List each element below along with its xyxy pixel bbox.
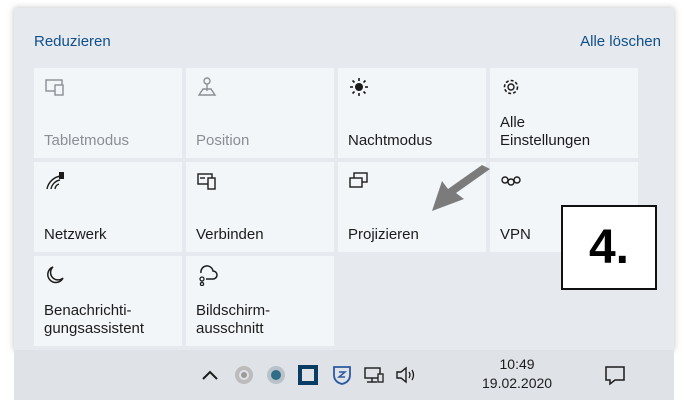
tile-snip[interactable]: Bildschirm- ausschnitt (186, 256, 334, 346)
tile-label: Bildschirm- ausschnitt (196, 302, 271, 337)
tile-location[interactable]: Position (186, 68, 334, 158)
tile-label: Position (196, 132, 250, 149)
tile-label: Nachtmodus (348, 132, 433, 149)
tile-label: Tabletmodus (44, 132, 130, 149)
project-icon (348, 170, 370, 192)
snip-icon (196, 264, 218, 286)
tile-connect[interactable]: Verbinden (186, 162, 334, 252)
focus-assist-icon (44, 264, 66, 286)
taskbar: 10:49 19.02.2020 (14, 350, 674, 400)
gear-icon (500, 76, 522, 98)
shield-icon[interactable] (330, 363, 354, 387)
app-icon-2[interactable] (264, 363, 288, 387)
tile-night-light[interactable]: Nachtmodus (338, 68, 486, 158)
night-light-icon (348, 76, 370, 98)
tile-label: Benachrichti- gungsassistent (44, 302, 145, 337)
action-center-panel: Reduzieren Alle löschen Tabletmodus Posi… (14, 8, 674, 350)
annotation-arrow (418, 163, 498, 223)
taskbar-clock[interactable]: 10:49 19.02.2020 (482, 355, 552, 393)
tile-all-settings[interactable]: Alle Einstellungen (490, 68, 638, 158)
tile-network[interactable]: Netzwerk (34, 162, 182, 252)
app-icon-3[interactable] (296, 363, 320, 387)
step-callout: 4. (561, 205, 657, 290)
chevron-up-icon[interactable] (198, 363, 222, 387)
tile-label: Netzwerk (44, 226, 107, 243)
screenshot-frame: Reduzieren Alle löschen Tabletmodus Posi… (0, 0, 688, 405)
tile-label: Projizieren (348, 226, 419, 243)
tile-tablet-mode[interactable]: Tabletmodus (34, 68, 182, 158)
location-icon (196, 76, 218, 98)
volume-icon[interactable] (394, 363, 418, 387)
notification-icon[interactable] (603, 363, 627, 387)
tile-label: Verbinden (196, 226, 264, 243)
clear-all-link[interactable]: Alle löschen (580, 33, 661, 50)
tile-focus-assist[interactable]: Benachrichti- gungsassistent (34, 256, 182, 346)
vpn-icon (500, 170, 522, 192)
clock-date: 19.02.2020 (482, 375, 553, 391)
network-icon (44, 170, 66, 192)
connect-icon (196, 170, 218, 192)
app-icon-1[interactable] (232, 363, 256, 387)
network-icon[interactable] (362, 363, 386, 387)
step-number: 4. (588, 221, 630, 274)
tablet-mode-icon (44, 76, 66, 98)
clock-time: 10:49 (499, 356, 535, 372)
collapse-link[interactable]: Reduzieren (34, 33, 111, 50)
tile-label: Alle Einstellungen (500, 114, 591, 149)
